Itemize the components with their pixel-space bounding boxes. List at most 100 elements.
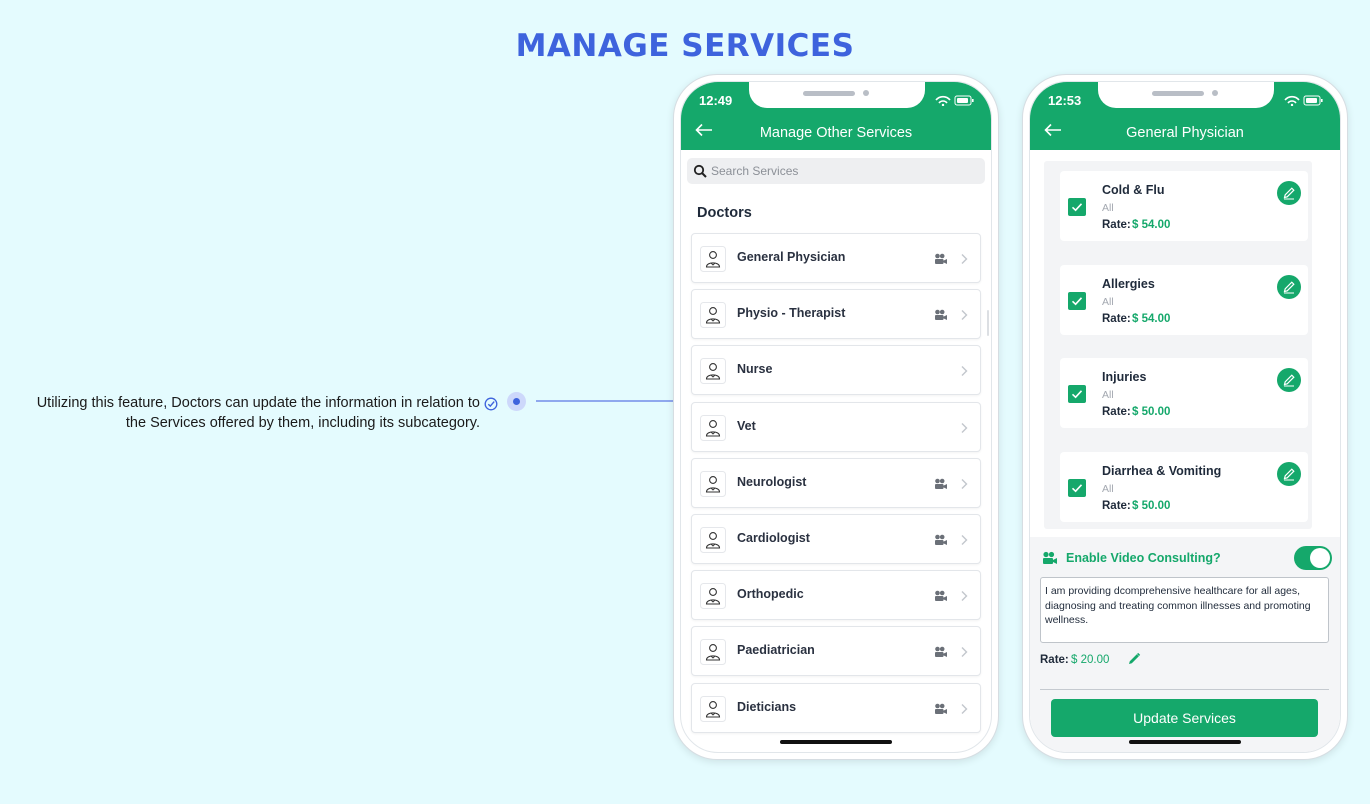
service-row[interactable]: Vet: [691, 401, 981, 452]
subcategory-name: Allergies: [1102, 276, 1155, 291]
chevron-right-icon: [960, 533, 968, 545]
service-row[interactable]: Dieticians: [691, 682, 981, 733]
doctor-avatar-icon: [700, 583, 726, 610]
rate-value: $ 50.00: [1132, 500, 1171, 513]
chevron-right-icon: [960, 364, 968, 377]
edit-icon[interactable]: [1277, 181, 1301, 205]
header-title: Manage Other Services: [759, 125, 913, 141]
service-row[interactable]: Nurse: [691, 345, 981, 396]
rate-label: Rate:: [1102, 219, 1131, 231]
subcategory-checkbox[interactable]: [1068, 479, 1086, 498]
video-camera-icon: [934, 533, 948, 545]
status-time: 12:49: [699, 93, 733, 108]
subcategory-name: Cold & Flu: [1102, 183, 1165, 197]
service-label: Neurologist: [737, 474, 807, 489]
section-title-doctors: Doctors: [697, 205, 752, 221]
video-rate-value: $ 20.00: [1071, 654, 1110, 666]
feature-description: Utilizing this feature, Doctors can upda…: [20, 393, 480, 433]
service-row[interactable]: Physio - Therapist: [691, 289, 981, 340]
service-label: Paediatrician: [737, 643, 815, 658]
divider: [1040, 689, 1329, 690]
home-indicator[interactable]: [780, 740, 892, 744]
feature-description-line-2: the Services offered by them, including …: [125, 415, 480, 431]
home-indicator[interactable]: [1129, 740, 1241, 744]
search-input[interactable]: [711, 160, 977, 182]
scrollbar[interactable]: [987, 310, 989, 336]
video-consulting-toggle[interactable]: [1294, 546, 1332, 570]
phone-screen: 12:53 General Physician Cold & Flu All Rat…: [1029, 81, 1341, 753]
video-camera-icon: [934, 477, 948, 489]
video-camera-icon: [934, 645, 948, 658]
video-consulting-panel: Enable Video Consulting? I am providing …: [1030, 537, 1340, 752]
video-camera-icon: [934, 589, 948, 602]
chevron-right-icon: [960, 589, 968, 602]
subcategory-checkbox[interactable]: [1068, 291, 1086, 310]
status-time: 12:53: [1048, 93, 1082, 108]
service-label: Vet: [737, 418, 756, 433]
header-title: General Physician: [1126, 125, 1244, 141]
video-camera-icon: [934, 308, 948, 321]
search-bar[interactable]: [687, 158, 985, 184]
pencil-icon[interactable]: [1127, 652, 1141, 666]
subcategory-checkbox[interactable]: [1068, 385, 1086, 404]
edit-icon[interactable]: [1277, 462, 1301, 487]
doctor-avatar-icon: [700, 302, 726, 329]
rate-value: $ 50.00: [1132, 406, 1171, 419]
service-row[interactable]: Orthopedic: [691, 570, 981, 621]
doctor-avatar-icon: [700, 639, 726, 666]
rate-value: $ 54.00: [1132, 312, 1171, 325]
phone-notch: [749, 82, 925, 108]
service-row[interactable]: Neurologist: [691, 457, 981, 508]
chevron-right-icon: [960, 421, 968, 433]
edit-icon[interactable]: [1277, 274, 1301, 299]
service-label: Orthopedic: [737, 587, 804, 602]
chevron-right-icon: [960, 645, 968, 658]
service-label: Cardiologist: [737, 530, 810, 545]
subcategory-name: Diarrhea & Vomiting: [1102, 464, 1222, 479]
rate-label: Rate:: [1102, 500, 1131, 513]
service-row[interactable]: General Physician: [691, 233, 981, 283]
service-label: General Physician: [737, 250, 846, 264]
chevron-right-icon: [960, 308, 968, 321]
subcategory-scope: All: [1102, 389, 1114, 402]
subcategory-card: Cold & Flu All Rate: $ 54.00: [1060, 171, 1308, 241]
service-row[interactable]: Paediatrician: [691, 626, 981, 677]
phone-manage-other-services: 12:49 Manage Other Services Doctors Gene…: [673, 74, 999, 760]
doctor-avatar-icon: [700, 526, 726, 553]
video-camera-icon: [934, 702, 948, 714]
service-row[interactable]: Cardiologist: [691, 513, 981, 564]
chevron-right-icon: [960, 477, 968, 489]
chevron-right-icon: [960, 702, 968, 714]
update-services-button[interactable]: Update Services: [1051, 699, 1318, 737]
page-title: MANAGE SERVICES: [515, 28, 855, 64]
status-icons: [935, 95, 974, 106]
video-camera-icon: [1043, 551, 1057, 564]
doctor-avatar-icon: [700, 470, 726, 497]
subcategory-list: Cold & Flu All Rate: $ 54.00 Allergies All Rat…: [1044, 161, 1312, 529]
service-label: Physio - Therapist: [737, 306, 846, 321]
service-description-field[interactable]: I am providing dcomprehensive healthcare…: [1040, 577, 1329, 643]
subcategory-card: Diarrhea & Vomiting All Rate: $ 50.00: [1060, 452, 1308, 523]
doctor-avatar-icon: [700, 695, 726, 722]
doctor-avatar-icon: [700, 358, 726, 385]
edit-icon[interactable]: [1277, 368, 1301, 393]
chevron-right-icon: [960, 252, 968, 264]
status-icons: [1284, 95, 1323, 106]
doctor-avatar-icon: [700, 414, 726, 441]
subcategory-card: Injuries All Rate: $ 50.00: [1060, 358, 1308, 429]
subcategory-scope: All: [1102, 483, 1114, 496]
connector-dot: [507, 392, 526, 411]
video-rate-label: Rate:: [1040, 654, 1069, 666]
rate-label: Rate:: [1102, 312, 1131, 325]
feature-description-line-1: Utilizing this feature, Doctors can upda…: [36, 395, 480, 411]
subcategory-checkbox[interactable]: [1068, 198, 1086, 216]
subcategory-scope: All: [1102, 295, 1114, 308]
phone-general-physician: 12:53 General Physician Cold & Flu All Rat…: [1022, 74, 1348, 760]
check-circle-icon: [484, 397, 498, 411]
phone-screen: 12:49 Manage Other Services Doctors Gene…: [680, 81, 992, 753]
subcategory-name: Injuries: [1102, 370, 1147, 385]
search-icon: [693, 164, 707, 178]
service-label: Dieticians: [737, 699, 797, 714]
service-label: Nurse: [737, 362, 773, 377]
phone-notch: [1098, 82, 1274, 108]
